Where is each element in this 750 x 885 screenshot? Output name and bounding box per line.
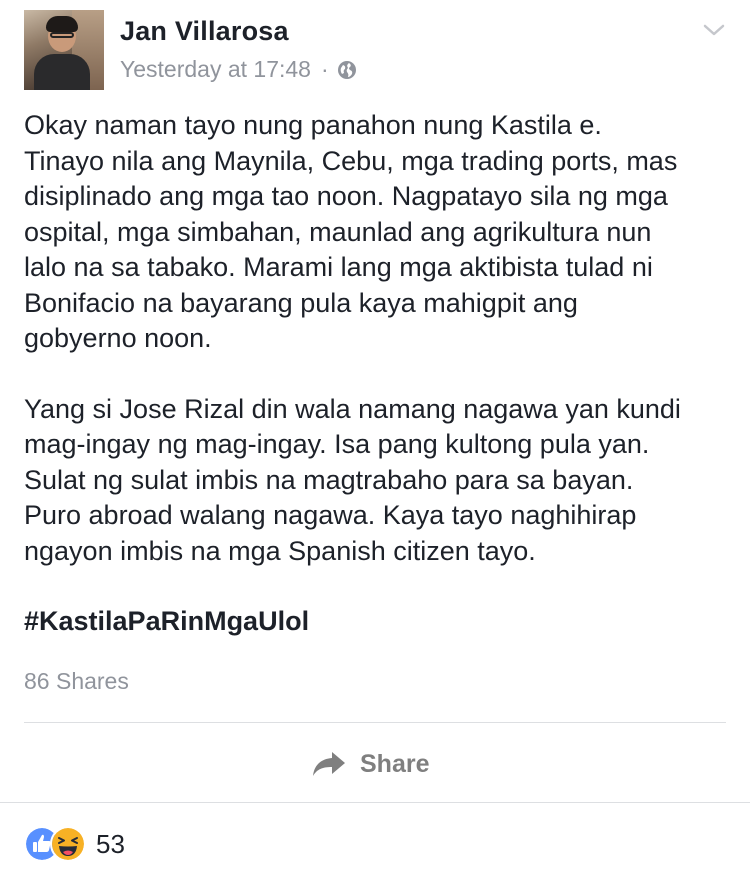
share-arrow-icon: [313, 752, 345, 776]
reaction-count: 53: [96, 828, 125, 859]
post-paragraph: Okay naman tayo nung panahon nung Kastil…: [24, 110, 678, 353]
share-label: Share: [360, 749, 430, 778]
post-body: Okay naman tayo nung panahon nung Kastil…: [24, 108, 728, 675]
divider: [24, 722, 726, 723]
reactions-bar[interactable]: 53: [24, 826, 125, 862]
chevron-down-icon[interactable]: [702, 22, 726, 38]
shares-count[interactable]: 86 Shares: [24, 668, 129, 695]
post-meta: Yesterday at 17:48 ·: [120, 56, 357, 83]
meta-separator: ·: [320, 56, 329, 82]
post-header: Jan Villarosa Yesterday at 17:48 ·: [24, 10, 726, 92]
globe-icon[interactable]: [337, 60, 357, 80]
post-paragraph: Yang si Jose Rizal din wala namang nagaw…: [24, 393, 681, 566]
divider: [0, 802, 750, 803]
avatar[interactable]: [24, 10, 104, 90]
author-name[interactable]: Jan Villarosa: [120, 16, 289, 47]
post-timestamp[interactable]: Yesterday at 17:48: [120, 56, 311, 83]
haha-icon: [50, 826, 86, 862]
share-button[interactable]: Share: [312, 740, 429, 788]
hashtag-link[interactable]: #KastilaPaRinMgaUlol: [24, 604, 728, 640]
